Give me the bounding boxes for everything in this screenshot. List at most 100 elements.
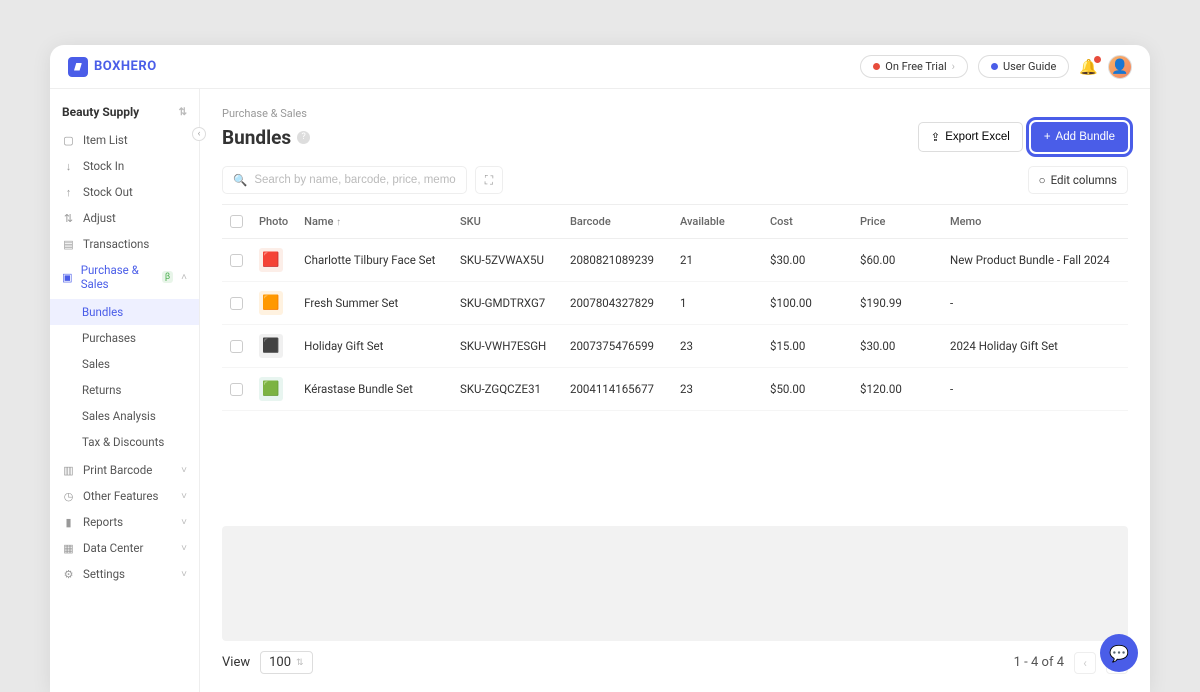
nav-label: Item List (83, 133, 128, 147)
cell-barcode: 2080821089239 (562, 239, 672, 282)
brand-name: BOXHERO (94, 59, 157, 74)
chevron-down-icon: ˅ (181, 491, 187, 502)
team-name: Beauty Supply (62, 105, 139, 119)
col-memo[interactable]: Memo (942, 205, 1128, 239)
cell-price: $60.00 (852, 239, 942, 282)
table-row[interactable]: 🟥 Charlotte Tilbury Face Set SKU-5ZVWAX5… (222, 239, 1128, 282)
sidebar-sub-tax-discounts[interactable]: Tax & Discounts (50, 429, 199, 455)
info-icon[interactable]: ? (297, 131, 310, 144)
sidebar-sub-purchases[interactable]: Purchases (50, 325, 199, 351)
cell-cost: $100.00 (762, 282, 852, 325)
col-price[interactable]: Price (852, 205, 942, 239)
user-guide-button[interactable]: User Guide (978, 55, 1069, 78)
notifications-button[interactable]: 🔔 (1079, 58, 1098, 76)
team-selector[interactable]: Beauty Supply ⇅ (50, 97, 199, 127)
topbar: BOXHERO On Free Trial › User Guide 🔔 👤 (50, 45, 1150, 89)
cell-available: 1 (672, 282, 762, 325)
main-content: Purchase & Sales Bundles ? ⇪ Export Exce… (200, 89, 1150, 692)
nav-label: Data Center (83, 541, 143, 555)
product-thumbnail: 🟧 (259, 291, 283, 315)
sidebar-item-data-center[interactable]: ▦ Data Center ˅ (50, 535, 199, 561)
breadcrumb: Purchase & Sales (222, 107, 1128, 120)
gear-icon: ○ (1039, 173, 1046, 187)
select-arrows-icon: ⇅ (179, 107, 187, 118)
sidebar-sub-bundles[interactable]: Bundles (50, 299, 199, 325)
nav-icon: ⚙ (62, 568, 75, 581)
avatar[interactable]: 👤 (1108, 55, 1132, 79)
chevron-down-icon: ˅ (181, 517, 187, 528)
col-name[interactable]: Name ↑ (296, 205, 452, 239)
col-available[interactable]: Available (672, 205, 762, 239)
sidebar-item-print-barcode[interactable]: ▥ Print Barcode ˅ (50, 457, 199, 483)
nav-label: Adjust (83, 211, 116, 225)
table-row[interactable]: 🟧 Fresh Summer Set SKU-GMDTRXG7 20078043… (222, 282, 1128, 325)
search-input[interactable] (254, 174, 456, 186)
nav-icon: ↓ (62, 160, 75, 173)
row-checkbox[interactable] (230, 297, 243, 310)
row-checkbox[interactable] (230, 383, 243, 396)
cell-memo: New Product Bundle - Fall 2024 (942, 239, 1128, 282)
sidebar-item-transactions[interactable]: ▤ Transactions (50, 231, 199, 257)
sidebar-item-settings[interactable]: ⚙ Settings ˅ (50, 561, 199, 587)
nav-icon: ⇅ (62, 212, 75, 225)
cell-available: 23 (672, 368, 762, 411)
sidebar-collapse-button[interactable]: ‹ (192, 127, 206, 141)
product-thumbnail: 🟥 (259, 248, 283, 272)
view-label: View (222, 655, 250, 670)
chat-button[interactable]: 💬 (1100, 634, 1138, 672)
col-photo[interactable]: Photo (251, 205, 296, 239)
sidebar-item-adjust[interactable]: ⇅ Adjust (50, 205, 199, 231)
sidebar-sub-sales[interactable]: Sales (50, 351, 199, 377)
row-checkbox[interactable] (230, 254, 243, 267)
cell-price: $30.00 (852, 325, 942, 368)
sidebar-sub-returns[interactable]: Returns (50, 377, 199, 403)
free-trial-button[interactable]: On Free Trial › (860, 55, 968, 78)
row-checkbox[interactable] (230, 340, 243, 353)
cell-memo: - (942, 368, 1128, 411)
product-thumbnail: 🟩 (259, 377, 283, 401)
sidebar-sub-sales-analysis[interactable]: Sales Analysis (50, 403, 199, 429)
edit-columns-button[interactable]: ○ Edit columns (1028, 166, 1128, 194)
nav-label: Reports (83, 515, 123, 529)
cell-name: Fresh Summer Set (296, 282, 452, 325)
chevron-down-icon: ˅ (181, 465, 187, 476)
trial-label: On Free Trial (885, 60, 946, 73)
sidebar: Beauty Supply ⇅ ‹ ▢ Item List ↓ Stock In… (50, 89, 200, 692)
search-input-wrap[interactable]: 🔍 (222, 166, 467, 194)
cell-barcode: 2004114165677 (562, 368, 672, 411)
horizontal-scrollbar[interactable] (222, 526, 1128, 641)
cell-memo: 2024 Holiday Gift Set (942, 325, 1128, 368)
sidebar-item-other-features[interactable]: ◷ Other Features ˅ (50, 483, 199, 509)
cell-barcode: 2007375476599 (562, 325, 672, 368)
col-barcode[interactable]: Barcode (562, 205, 672, 239)
cell-cost: $50.00 (762, 368, 852, 411)
logo[interactable]: BOXHERO (68, 57, 157, 77)
nav-icon: ▣ (62, 271, 73, 284)
sidebar-item-stock-in[interactable]: ↓ Stock In (50, 153, 199, 179)
table-row[interactable]: 🟩 Kérastase Bundle Set SKU-ZGQCZE31 2004… (222, 368, 1128, 411)
nav-icon: ▤ (62, 238, 75, 251)
nav-label: Settings (83, 567, 125, 581)
cell-price: $120.00 (852, 368, 942, 411)
prev-page-button[interactable]: ‹ (1074, 652, 1096, 674)
nav-label: Print Barcode (83, 463, 152, 477)
sidebar-item-item-list[interactable]: ▢ Item List (50, 127, 199, 153)
nav-label: Transactions (83, 237, 149, 251)
sidebar-item-stock-out[interactable]: ↑ Stock Out (50, 179, 199, 205)
export-excel-button[interactable]: ⇪ Export Excel (918, 122, 1023, 152)
beta-badge: β (162, 271, 173, 283)
sidebar-item-reports[interactable]: ▮ Reports ˅ (50, 509, 199, 535)
page-size-selector[interactable]: 100 ⇅ (260, 651, 312, 674)
col-sku[interactable]: SKU (452, 205, 562, 239)
col-cost[interactable]: Cost (762, 205, 852, 239)
select-all-checkbox[interactable] (230, 215, 243, 228)
add-bundle-button[interactable]: + Add Bundle (1031, 122, 1128, 152)
select-arrows-icon: ⇅ (296, 658, 304, 668)
cell-available: 21 (672, 239, 762, 282)
scan-button[interactable]: ⛶ (475, 166, 503, 194)
cell-sku: SKU-VWH7ESGH (452, 325, 562, 368)
table-row[interactable]: ⬛ Holiday Gift Set SKU-VWH7ESGH 20073754… (222, 325, 1128, 368)
chevron-down-icon: ˅ (181, 543, 187, 554)
sidebar-item-purchase-sales[interactable]: ▣ Purchase & Sales β ˄ (50, 257, 199, 297)
page-title: Bundles (222, 126, 291, 149)
